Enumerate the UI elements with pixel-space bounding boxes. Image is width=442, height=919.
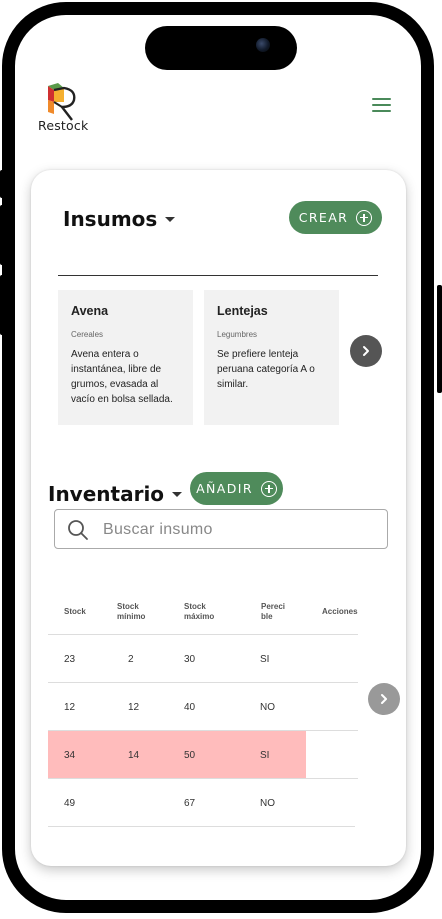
cell-stock-maximo: 50 (184, 750, 196, 761)
insumo-card[interactable]: Lentejas Legumbres Se prefiere lenteja p… (204, 290, 339, 425)
insumos-title: Insumos (63, 207, 158, 231)
cell-stock: 12 (64, 702, 76, 713)
cell-stock-minimo: 14 (128, 750, 140, 761)
cell-perecible: SI (260, 654, 270, 665)
side-button-power (437, 285, 442, 393)
header-stock-maximo: Stock máximo (184, 602, 215, 621)
header-stock: Stock (64, 607, 86, 616)
caret-down-icon (172, 491, 183, 497)
chevron-right-icon (363, 346, 369, 356)
create-button-label: CREAR (298, 210, 349, 225)
insumos-title-dropdown[interactable]: Insumos (63, 207, 176, 231)
cell-perecible: SI (260, 750, 270, 761)
insumo-card[interactable]: Avena Cereales Avena entera o instantáne… (58, 290, 193, 425)
table-next-button[interactable] (368, 683, 400, 715)
insumo-name: Lentejas (217, 304, 268, 318)
search-icon (68, 520, 88, 540)
insumo-category: Cereales (71, 330, 104, 339)
inventario-title: Inventario (48, 482, 165, 506)
side-button-volume-up (0, 205, 4, 265)
side-button-volume-down (0, 275, 4, 335)
cell-stock-minimo: 2 (128, 654, 134, 665)
row-divider (48, 826, 355, 827)
plus-circle-icon (356, 209, 373, 226)
chevron-right-icon (381, 694, 387, 704)
side-button-action (0, 170, 4, 198)
dynamic-island (145, 26, 297, 70)
plus-circle-icon (260, 480, 277, 497)
header-perecible: Pereci ble (261, 602, 286, 621)
row-divider (48, 778, 358, 779)
cell-stock-minimo: 12 (128, 702, 140, 713)
cell-stock-maximo: 30 (184, 654, 196, 665)
insumo-category: Legumbres (217, 330, 258, 339)
cell-stock: 34 (64, 750, 76, 761)
section-divider (58, 275, 378, 276)
cell-perecible: NO (260, 798, 275, 809)
insumo-name: Avena (71, 304, 109, 318)
insumos-next-button[interactable] (350, 335, 382, 367)
cell-stock: 23 (64, 654, 76, 665)
caret-down-icon (165, 216, 176, 222)
cell-stock-maximo: 67 (184, 798, 196, 809)
create-button[interactable]: CREAR (289, 201, 382, 234)
row-divider (48, 730, 358, 731)
cell-stock: 49 (64, 798, 76, 809)
search-box[interactable] (54, 509, 388, 549)
insumo-description: Avena entera o instantánea, libre de gru… (71, 349, 173, 405)
cell-stock-maximo: 40 (184, 702, 196, 713)
front-camera (256, 38, 270, 52)
header-acciones: Acciones (322, 607, 358, 616)
hamburger-menu-icon[interactable] (372, 98, 392, 114)
cell-perecible: NO (260, 702, 275, 713)
app-name: Restock (38, 118, 89, 133)
insumo-description: Se prefiere lenteja peruana categoría A … (217, 349, 315, 390)
row-divider (48, 634, 358, 635)
header-stock-minimo: Stock mínimo (117, 602, 146, 621)
search-input[interactable] (101, 516, 381, 544)
add-button-label: AÑADIR (196, 481, 253, 496)
row-divider (48, 682, 358, 683)
add-button[interactable]: AÑADIR (190, 472, 283, 505)
inventario-title-dropdown[interactable]: Inventario (48, 482, 183, 506)
